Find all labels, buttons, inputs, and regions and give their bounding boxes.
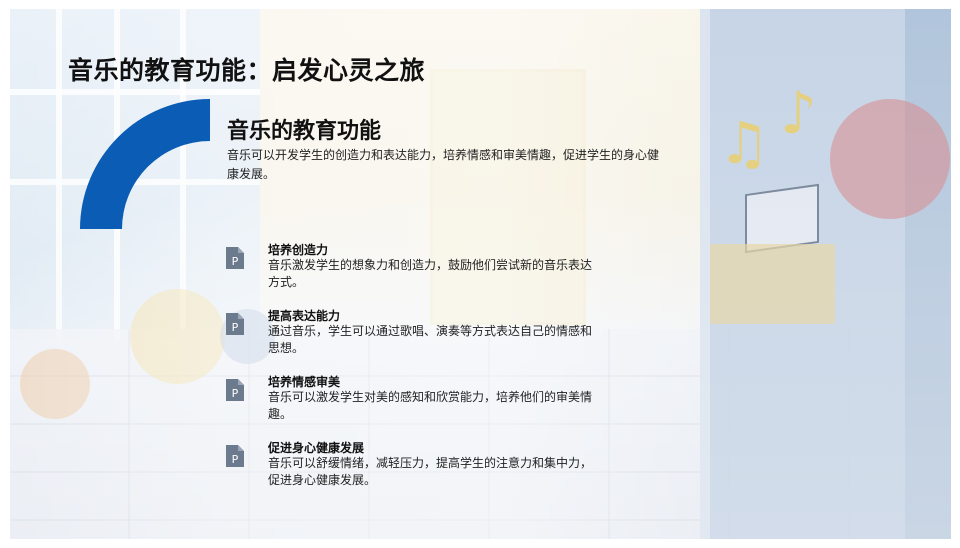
- document-p-icon: P: [226, 445, 244, 467]
- list-item-title: 促进身心健康发展: [268, 441, 365, 455]
- list-item-description: 音乐可以激发学生对美的感知和欣赏能力，培养他们的审美情趣。: [268, 390, 593, 421]
- background-red-ball: [830, 99, 950, 219]
- svg-text:P: P: [232, 321, 239, 334]
- list-item: P 提高表达能力 通过音乐，学生可以通过歌唱、演奏等方式表达自己的情感和思想。: [225, 308, 605, 360]
- document-p-icon: P: [226, 247, 244, 269]
- list-item: P 培养情感审美 音乐可以激发学生对美的感知和欣赏能力，培养他们的审美情趣。: [225, 374, 605, 426]
- section-description: 音乐可以开发学生的创造力和表达能力，培养情感和审美情趣，促进学生的身心健康发展。: [227, 148, 660, 181]
- background-music-stand: [745, 183, 819, 254]
- list-item: P 培养创造力 音乐激发学生的想象力和创造力，鼓励他们尝试新的音乐表达方式。: [225, 242, 605, 294]
- music-note-icon: ♪: [780, 79, 818, 147]
- list-item-title: 培养创造力: [268, 243, 329, 257]
- background-shelf: [710, 244, 835, 324]
- decorative-arc-icon: [80, 99, 210, 229]
- svg-text:P: P: [232, 255, 239, 268]
- list-item-description: 通过音乐，学生可以通过歌唱、演奏等方式表达自己的情感和思想。: [268, 324, 593, 355]
- slide: ♫ ♪ 音乐的教育功能：启发心灵之旅 音乐的教育功能 音乐可以开发学生的创造力和…: [10, 9, 951, 539]
- page-title: 音乐的教育功能：启发心灵之旅: [68, 56, 426, 85]
- list-item-description: 音乐激发学生的想象力和创造力，鼓励他们尝试新的音乐表达方式。: [268, 258, 593, 289]
- svg-text:P: P: [232, 453, 239, 466]
- list-item: P 促进身心健康发展 音乐可以舒缓情绪，减轻压力，提高学生的注意力和集中力，促进…: [225, 440, 605, 492]
- document-p-icon: P: [226, 313, 244, 335]
- svg-text:P: P: [232, 387, 239, 400]
- section-heading: 音乐的教育功能: [227, 119, 382, 144]
- document-p-icon: P: [226, 379, 244, 401]
- list-item-description: 音乐可以舒缓情绪，减轻压力，提高学生的注意力和集中力，促进身心健康发展。: [268, 456, 593, 487]
- music-note-icon: ♫: [718, 109, 770, 177]
- list-item-title: 提高表达能力: [268, 309, 341, 323]
- list-item-title: 培养情感审美: [268, 375, 341, 389]
